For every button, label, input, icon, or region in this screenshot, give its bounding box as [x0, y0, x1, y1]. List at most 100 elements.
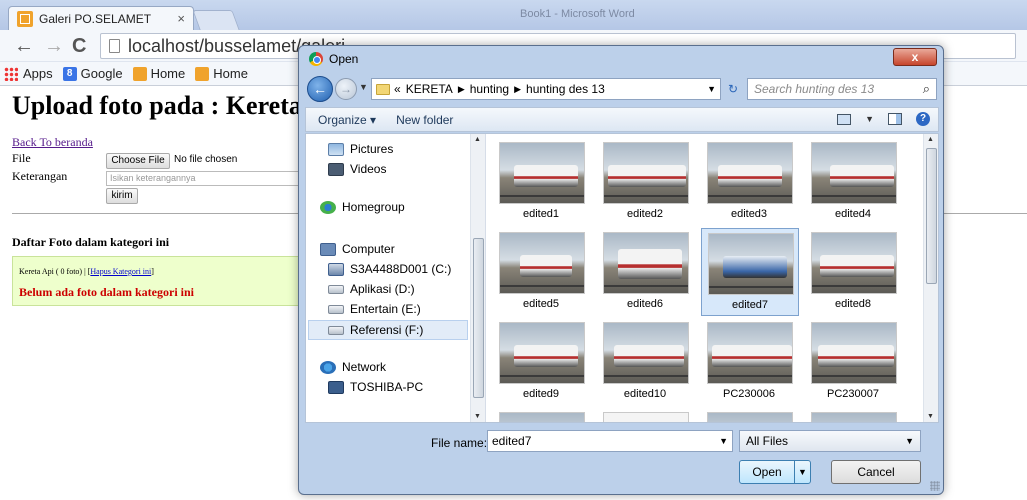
- file-list: edited1 edited2 edited3 edited4 edited5 …: [487, 134, 922, 422]
- breadcrumb-kereta[interactable]: KERETA: [406, 82, 453, 96]
- file-item-partial[interactable]: [493, 408, 591, 422]
- photo-thumbnail: [499, 412, 585, 422]
- bookmark-home-1[interactable]: Home: [132, 66, 185, 81]
- back-arrow-icon[interactable]: ←: [307, 76, 333, 102]
- organize-button[interactable]: Organize ▾: [318, 113, 376, 127]
- nav-item-drive-f[interactable]: Referensi (F:): [308, 320, 468, 340]
- background-window-title: Book1 - Microsoft Word: [520, 8, 635, 20]
- nav-item-toshiba-pc[interactable]: TOSHIBA-PC: [328, 380, 423, 394]
- file-type-select[interactable]: All Files ▼: [739, 430, 921, 452]
- nav-item-pictures[interactable]: Pictures: [328, 142, 393, 156]
- file-item[interactable]: edited8: [805, 228, 903, 316]
- bookmark-apps[interactable]: Apps: [4, 66, 53, 81]
- delete-category-link[interactable]: Hapus Kategori ini: [90, 267, 151, 276]
- nav-scrollbar[interactable]: ▲ ▼: [470, 134, 485, 422]
- resize-grip[interactable]: [930, 481, 940, 491]
- nav-item-computer[interactable]: Computer: [320, 242, 395, 256]
- file-item-selected[interactable]: edited7: [701, 228, 799, 316]
- keterangan-label: Keterangan: [12, 169, 68, 183]
- scroll-down-icon[interactable]: ▼: [927, 413, 934, 420]
- chevron-down-icon[interactable]: ▼: [707, 84, 716, 94]
- file-name-input[interactable]: edited7 ▼: [487, 430, 733, 452]
- back-arrow-icon[interactable]: ←: [14, 34, 34, 58]
- recent-locations-dropdown-icon[interactable]: ▼: [359, 82, 368, 92]
- file-item[interactable]: edited2: [597, 138, 695, 226]
- photo-thumbnail: [603, 322, 689, 384]
- change-view-icon[interactable]: [837, 113, 852, 125]
- forward-arrow-icon[interactable]: →: [335, 78, 357, 100]
- file-item[interactable]: edited1: [493, 138, 591, 226]
- file-item[interactable]: edited9: [493, 318, 591, 406]
- breadcrumb-overflow[interactable]: «: [394, 82, 401, 96]
- chevron-down-icon[interactable]: ▼: [865, 114, 874, 124]
- page-icon: [109, 39, 120, 53]
- search-input[interactable]: Search hunting des 13 ⌕: [747, 78, 937, 100]
- nav-item-homegroup[interactable]: Homegroup: [320, 200, 405, 214]
- file-item[interactable]: edited3: [701, 138, 799, 226]
- preview-pane-icon[interactable]: [888, 113, 902, 125]
- file-scrollbar[interactable]: ▲ ▼: [923, 134, 938, 422]
- category-box: Kereta Api ( 0 foto) | [Hapus Kategori i…: [12, 256, 302, 306]
- choose-file-button[interactable]: Choose File: [106, 153, 170, 169]
- scroll-up-icon[interactable]: ▲: [474, 136, 481, 143]
- view-controls: ▼ ?: [837, 112, 930, 126]
- nav-item-network[interactable]: Network: [320, 360, 386, 374]
- photo-thumbnail: [603, 232, 689, 294]
- chevron-down-icon[interactable]: ▼: [719, 436, 728, 446]
- nav-item-drive-e[interactable]: Entertain (E:): [328, 302, 421, 316]
- open-file-dialog: Open x ← → ▼ « KERETA ▶ hunting ▶ huntin…: [298, 45, 944, 495]
- bookmark-home-2[interactable]: Home: [195, 66, 248, 81]
- breadcrumb-hunting[interactable]: hunting: [470, 82, 509, 96]
- photo-thumbnail: [603, 142, 689, 204]
- forward-arrow-icon[interactable]: →: [44, 34, 64, 58]
- photo-thumbnail: [811, 412, 897, 422]
- browser-tab[interactable]: Galeri PO.SELAMET ×: [8, 6, 194, 30]
- file-scroll-thumb[interactable]: [926, 148, 937, 284]
- tab-close-icon[interactable]: ×: [177, 11, 185, 26]
- scroll-up-icon[interactable]: ▲: [927, 136, 934, 143]
- keterangan-input[interactable]: Isikan keterangannya: [106, 171, 306, 186]
- chevron-right-icon[interactable]: ▶: [514, 84, 521, 95]
- nav-item-drive-d[interactable]: Aplikasi (D:): [328, 282, 415, 296]
- submit-button[interactable]: kirim: [106, 188, 138, 204]
- help-icon[interactable]: ?: [916, 112, 930, 126]
- tab-title: Galeri PO.SELAMET: [39, 11, 152, 26]
- file-item[interactable]: edited4: [805, 138, 903, 226]
- cancel-button[interactable]: Cancel: [831, 460, 921, 484]
- chevron-right-icon[interactable]: ▶: [458, 84, 465, 95]
- file-item[interactable]: edited5: [493, 228, 591, 316]
- new-folder-button[interactable]: New folder: [396, 113, 453, 127]
- page-title: Upload foto pada : Kereta Ap: [12, 91, 341, 120]
- category-info: Kereta Api ( 0 foto) | [Hapus Kategori i…: [19, 267, 154, 276]
- file-item-partial[interactable]: [805, 408, 903, 422]
- close-icon[interactable]: x: [893, 48, 937, 66]
- nav-item-videos[interactable]: Videos: [328, 162, 386, 176]
- nav-scroll-thumb[interactable]: [473, 238, 484, 398]
- computer-icon: [320, 242, 336, 256]
- file-item-partial[interactable]: [701, 408, 799, 422]
- open-button[interactable]: Open ▼: [739, 460, 811, 484]
- new-tab-button[interactable]: [192, 10, 240, 30]
- photo-list-heading: Daftar Foto dalam kategori ini: [12, 235, 170, 249]
- file-item[interactable]: edited6: [597, 228, 695, 316]
- back-to-home-link[interactable]: Back To beranda: [12, 135, 93, 150]
- drive-icon: [328, 325, 344, 335]
- scroll-down-icon[interactable]: ▼: [474, 413, 481, 420]
- chevron-down-icon[interactable]: ▼: [794, 461, 810, 483]
- file-item[interactable]: PC230006: [701, 318, 799, 406]
- navigation-pane: Pictures Videos Homegroup Computer S3A44…: [306, 134, 486, 422]
- file-item[interactable]: edited10: [597, 318, 695, 406]
- home-icon: [132, 66, 147, 81]
- file-item[interactable]: PC230007: [805, 318, 903, 406]
- breadcrumb[interactable]: « KERETA ▶ hunting ▶ hunting des 13 ▼: [371, 78, 721, 100]
- pictures-icon: [328, 142, 344, 156]
- breadcrumb-hunting-des-13[interactable]: hunting des 13: [526, 82, 605, 96]
- nav-item-drive-c[interactable]: S3A4488D001 (C:): [328, 262, 451, 276]
- search-icon[interactable]: ⌕: [923, 81, 930, 97]
- folder-icon: [376, 83, 390, 95]
- reload-icon[interactable]: C: [72, 34, 86, 58]
- drive-icon: [328, 284, 344, 294]
- refresh-icon[interactable]: ↻: [723, 78, 743, 100]
- bookmark-google[interactable]: 8 Google: [62, 66, 123, 81]
- file-item-partial[interactable]: [597, 408, 695, 422]
